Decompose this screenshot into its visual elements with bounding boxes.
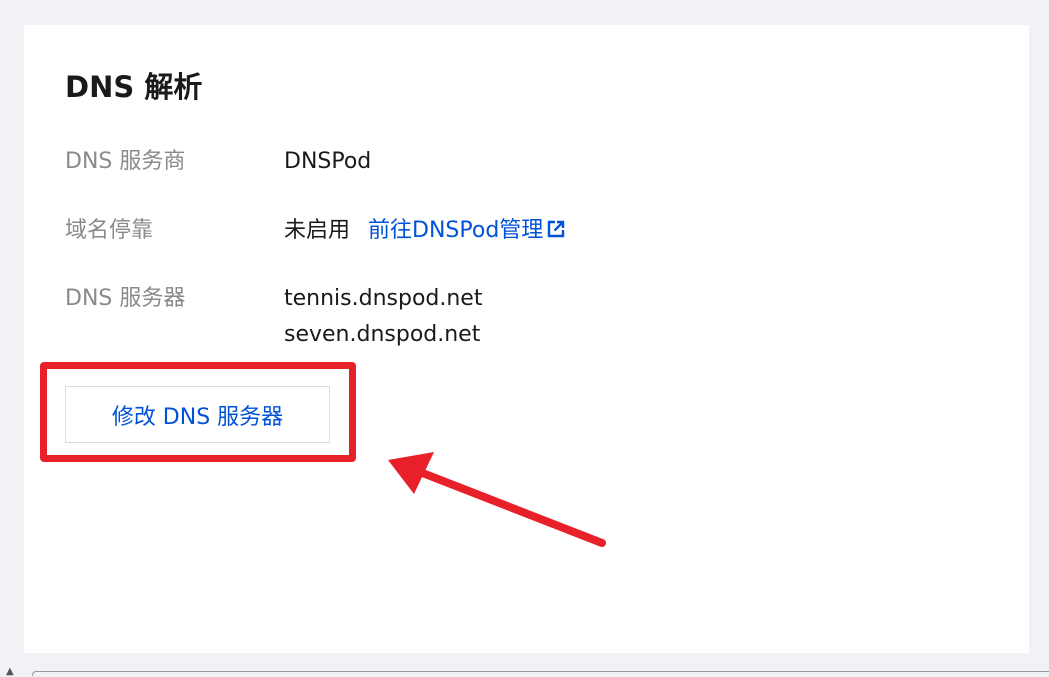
domain-parking-value-row: 未启用 前往DNSPod管理 — [284, 216, 566, 246]
dnspod-manage-link-label: 前往DNSPod管理 — [368, 218, 544, 243]
section-title: DNS 解析 — [65, 70, 203, 104]
dns-servers-list: tennis.dnspod.net seven.dnspod.net — [284, 281, 482, 353]
dns-provider-value: DNSPod — [284, 149, 372, 174]
dnspod-manage-link[interactable]: 前往DNSPod管理 — [368, 218, 566, 243]
scroll-caret-icon: ▲ — [6, 666, 14, 677]
domain-parking-label: 域名停靠 — [65, 218, 154, 243]
dns-servers-label: DNS 服务器 — [65, 286, 186, 311]
annotation-highlight-box — [40, 362, 356, 462]
dns-server-1: tennis.dnspod.net — [284, 286, 483, 311]
dns-server-2: seven.dnspod.net — [284, 322, 481, 347]
external-link-icon — [548, 220, 565, 238]
horizontal-scrollbar[interactable] — [32, 671, 1049, 676]
domain-parking-status: 未启用 — [284, 218, 351, 243]
dns-provider-label: DNS 服务商 — [65, 149, 186, 174]
annotation-arrow-icon — [388, 452, 606, 547]
